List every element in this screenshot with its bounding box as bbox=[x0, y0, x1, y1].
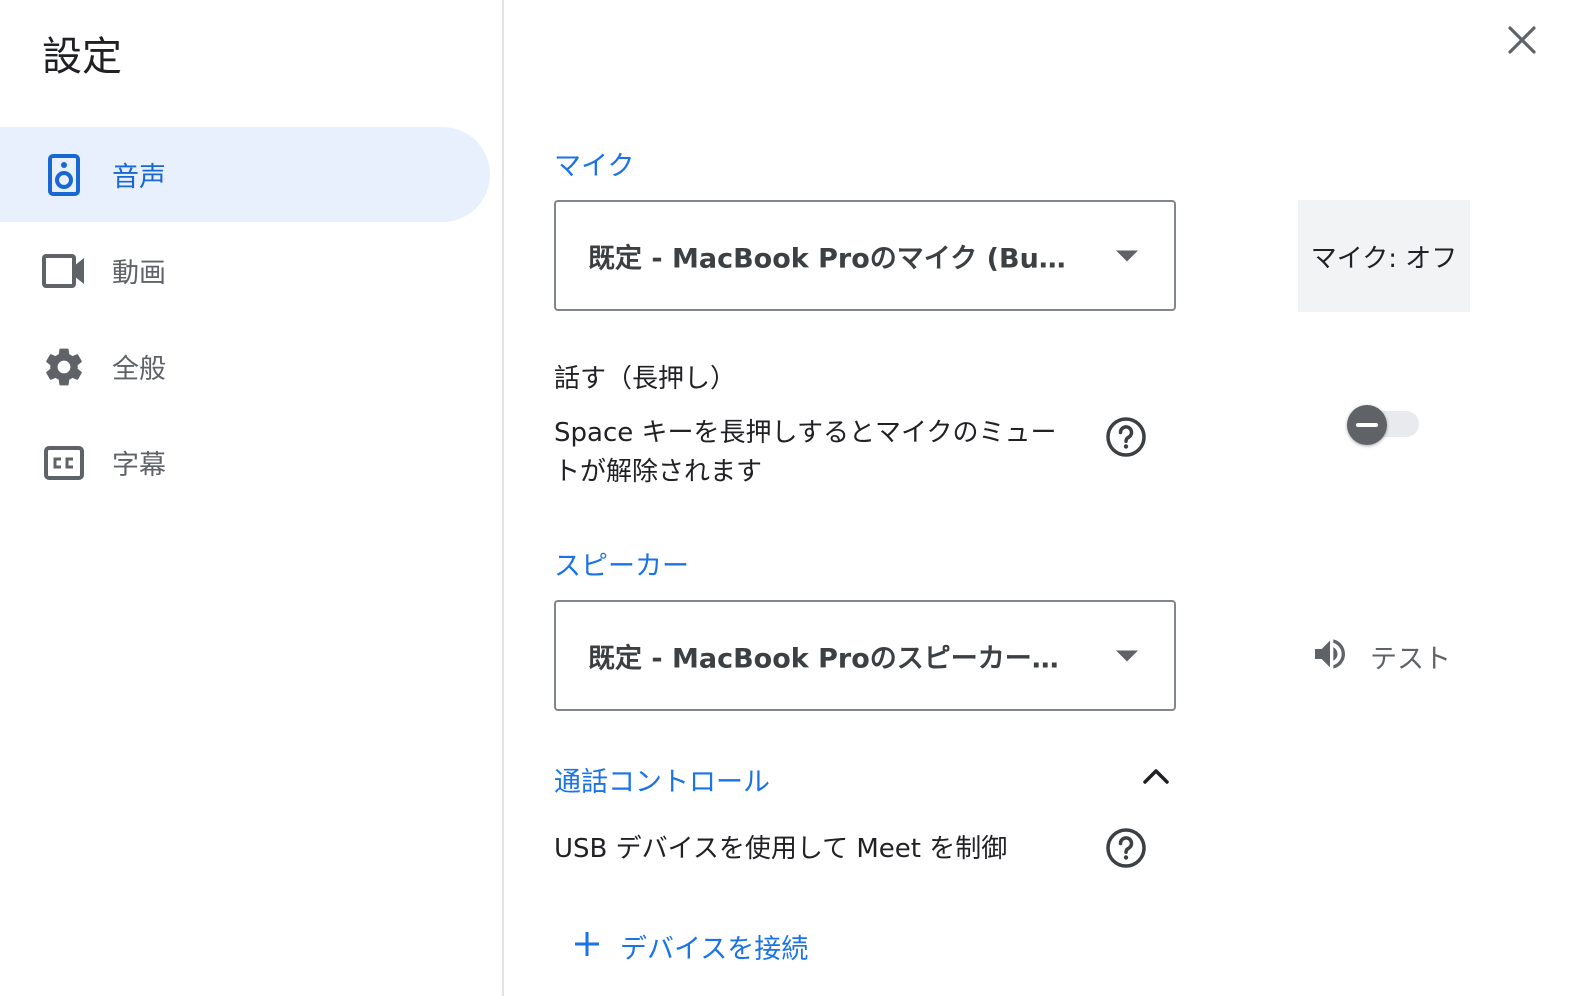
dialog-title: 設定 bbox=[42, 34, 122, 80]
microphone-selected-value: 既定 - MacBook Proのマイク (Built-in) bbox=[588, 243, 1068, 274]
nav-item-captions[interactable]: 字幕 bbox=[0, 415, 490, 510]
speaker-icon bbox=[42, 153, 86, 197]
connect-device-label: デバイスを接続 bbox=[620, 933, 809, 965]
nav-label-video: 動画 bbox=[112, 258, 166, 289]
speaker-selected-value: 既定 - MacBook Proのスピーカー (Bu... bbox=[588, 643, 1068, 674]
push-to-talk-description: Space キーを長押しするとマイクのミュートが解除されます bbox=[554, 418, 1057, 487]
chevron-up-icon bbox=[1142, 767, 1170, 789]
speaker-section-title: スピーカー bbox=[554, 551, 689, 582]
close-button[interactable] bbox=[1500, 20, 1544, 64]
plus-icon bbox=[572, 929, 602, 963]
nav-item-general[interactable]: 全般 bbox=[0, 319, 490, 414]
mic-status-indicator: マイク: オフ bbox=[1298, 200, 1470, 312]
microphone-select[interactable]: 既定 - MacBook Proのマイク (Built-in) bbox=[554, 200, 1176, 311]
nav-label-general: 全般 bbox=[112, 354, 166, 385]
volume-icon bbox=[1310, 634, 1350, 678]
help-circle-icon[interactable] bbox=[1104, 415, 1148, 459]
nav-label-captions: 字幕 bbox=[112, 450, 166, 481]
push-to-talk-label: 話す（長押し） bbox=[554, 364, 737, 394]
dropdown-arrow-icon bbox=[1116, 650, 1138, 661]
closed-caption-icon bbox=[42, 441, 86, 485]
usb-control-label: USB デバイスを使用して Meet を制御 bbox=[554, 834, 1008, 864]
video-camera-icon bbox=[42, 249, 86, 293]
push-to-talk-toggle[interactable] bbox=[1347, 405, 1423, 445]
speaker-test-button[interactable]: テスト bbox=[1310, 628, 1451, 684]
collapse-button[interactable] bbox=[1136, 760, 1176, 796]
microphone-section-title: マイク bbox=[554, 151, 635, 182]
toggle-knob bbox=[1347, 405, 1387, 445]
speaker-select[interactable]: 既定 - MacBook Proのスピーカー (Bu... bbox=[554, 600, 1176, 711]
close-icon bbox=[1507, 25, 1537, 59]
connect-device-button[interactable]: デバイスを接続 bbox=[572, 918, 808, 974]
settings-sidebar: 設定 音声 動画 全般 字幕 bbox=[0, 0, 504, 996]
dropdown-arrow-icon bbox=[1116, 250, 1138, 261]
help-circle-icon[interactable] bbox=[1104, 826, 1148, 870]
settings-nav: 音声 動画 全般 字幕 bbox=[0, 127, 490, 511]
call-control-section-title: 通話コントロール bbox=[554, 767, 770, 798]
nav-item-audio[interactable]: 音声 bbox=[0, 127, 490, 222]
nav-item-video[interactable]: 動画 bbox=[0, 223, 490, 318]
nav-label-audio: 音声 bbox=[112, 162, 166, 193]
gear-icon bbox=[42, 345, 86, 389]
speaker-test-label: テスト bbox=[1370, 643, 1451, 675]
